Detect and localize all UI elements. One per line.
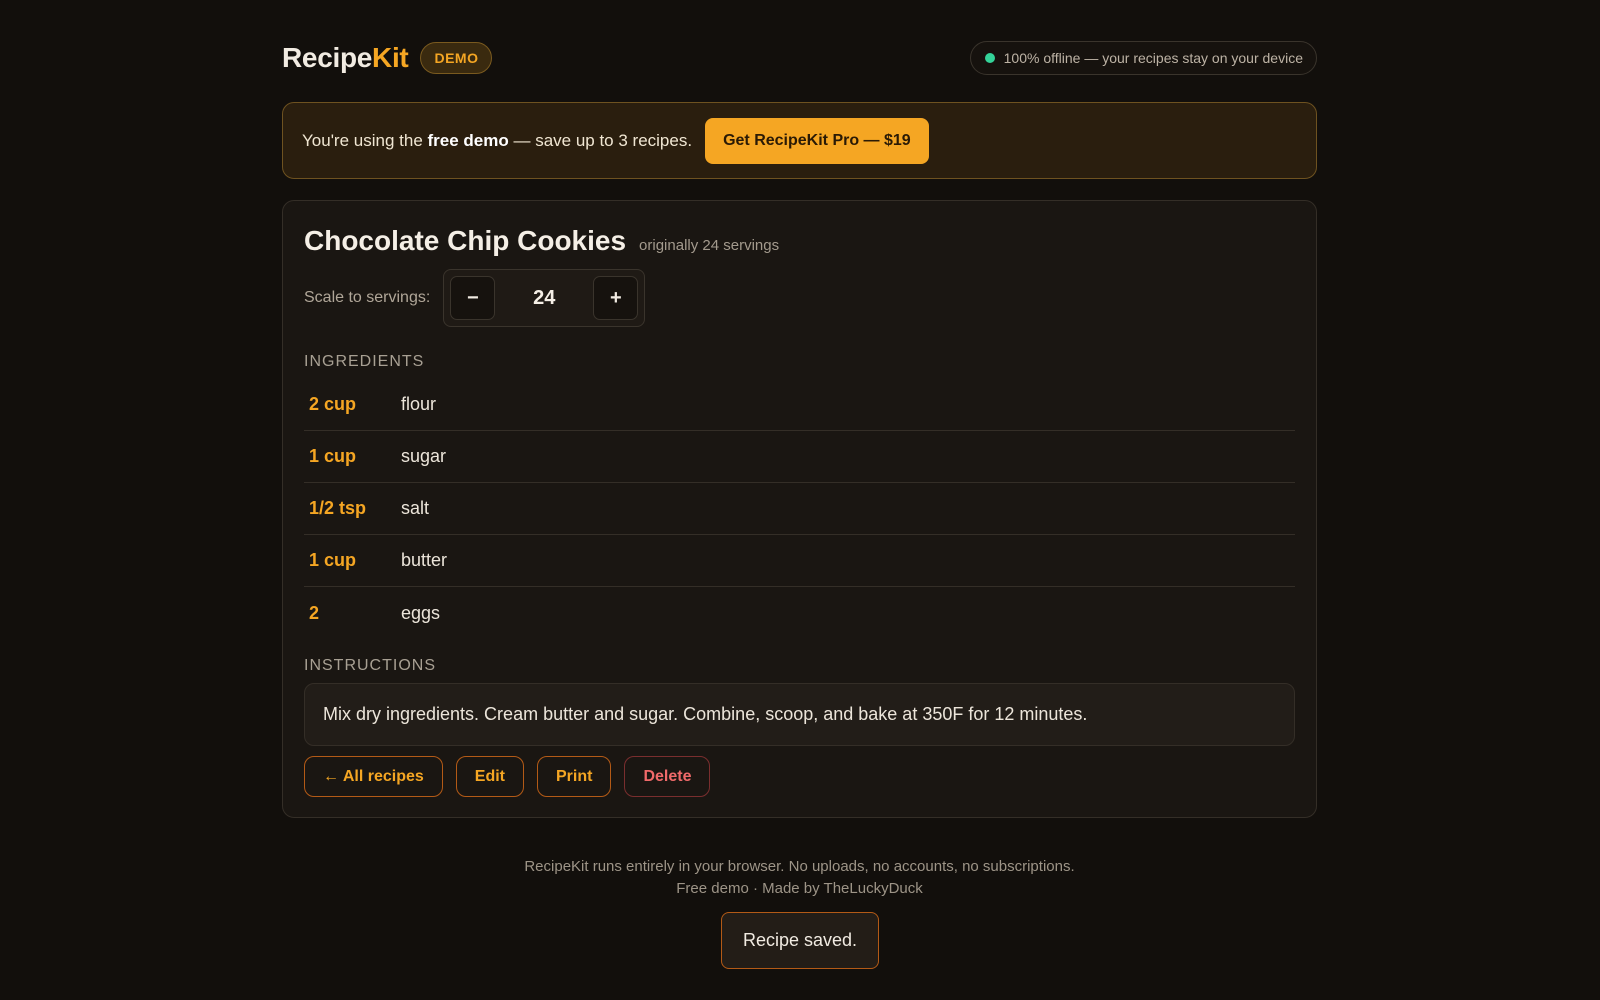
original-servings: originally 24 servings (639, 237, 780, 254)
ingredient-row: 1 cup sugar (304, 431, 1295, 483)
app-logo: RecipeKit (282, 42, 409, 74)
ingredients-heading: INGREDIENTS (304, 353, 425, 370)
banner-text-bold: free demo (427, 130, 509, 150)
logo-part-recipe: Recipe (282, 42, 373, 73)
banner-text: You're using the free demo — save up to … (302, 131, 692, 151)
ingredient-qty: 1 cup (309, 446, 357, 466)
recipe-actions: ← All recipes Edit Print Delete (304, 756, 1295, 797)
footer-line-2: Free demo · Made by TheLuckyDuck (676, 880, 923, 897)
offline-status-pill: 100% offline — your recipes stay on your… (969, 41, 1317, 75)
all-recipes-button[interactable]: ← All recipes (304, 756, 443, 797)
demo-banner: You're using the free demo — save up to … (282, 102, 1317, 179)
decrement-servings-button[interactable]: − (450, 276, 496, 320)
recipe-title: Chocolate Chip Cookies (304, 225, 627, 256)
recipe-card: Chocolate Chip Cookies originally 24 ser… (282, 200, 1317, 818)
ingredients-list: 2 cup flour 1 cup sugar 1/2 tsp salt 1 c… (304, 379, 1295, 639)
ingredient-row: 2 eggs (304, 587, 1295, 639)
app-container: RecipeKit DEMO 100% offline — your recip… (282, 40, 1317, 900)
ingredient-qty: 1/2 tsp (309, 498, 367, 518)
ingredient-name: salt (401, 498, 430, 518)
delete-button[interactable]: Delete (624, 756, 711, 797)
ingredient-row: 1/2 tsp salt (304, 483, 1295, 535)
banner-text-suffix: — save up to 3 recipes. (508, 130, 693, 150)
ingredient-name: butter (401, 550, 448, 570)
toast-notification: Recipe saved. (721, 912, 879, 969)
title-row: Chocolate Chip Cookies originally 24 ser… (304, 225, 1295, 257)
instructions-text: Mix dry ingredients. Cream butter and su… (304, 683, 1295, 746)
logo-part-kit: Kit (372, 42, 409, 73)
get-pro-button[interactable]: Get RecipeKit Pro — $19 (705, 117, 929, 164)
offline-status-text: 100% offline — your recipes stay on your… (1003, 50, 1303, 66)
ingredient-row: 1 cup butter (304, 535, 1295, 587)
ingredient-qty: 2 (309, 602, 320, 623)
ingredient-row: 2 cup flour (304, 379, 1295, 431)
ingredient-name: sugar (401, 446, 447, 466)
brand: RecipeKit DEMO (282, 42, 493, 74)
header: RecipeKit DEMO 100% offline — your recip… (282, 40, 1317, 76)
instructions-heading: INSTRUCTIONS (304, 657, 436, 674)
servings-stepper: − 24 + (443, 269, 646, 327)
ingredient-qty: 1 cup (309, 550, 357, 570)
scale-row: Scale to servings: − 24 + (304, 269, 1295, 327)
servings-value: 24 (533, 286, 556, 309)
banner-text-prefix: You're using the (302, 130, 428, 150)
online-dot-icon (984, 53, 995, 63)
ingredient-name: eggs (401, 602, 441, 623)
edit-button[interactable]: Edit (455, 756, 524, 797)
scale-label: Scale to servings: (304, 289, 431, 306)
footer: RecipeKit runs entirely in your browser.… (282, 856, 1317, 900)
increment-servings-button[interactable]: + (593, 276, 639, 320)
print-button[interactable]: Print (537, 756, 612, 797)
ingredient-qty: 2 cup (309, 394, 357, 414)
ingredient-name: flour (401, 394, 437, 414)
demo-badge: DEMO (420, 42, 493, 74)
footer-line-1: RecipeKit runs entirely in your browser.… (524, 858, 1075, 875)
